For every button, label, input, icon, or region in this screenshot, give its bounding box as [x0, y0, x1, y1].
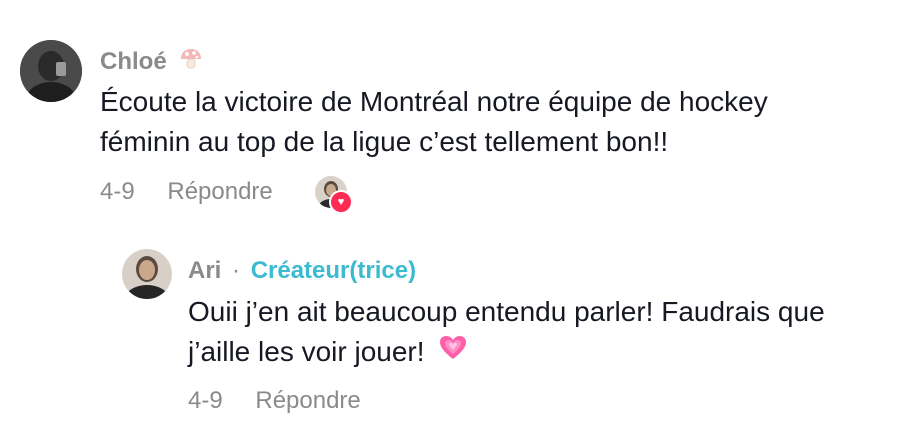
avatar-photo: [122, 249, 172, 299]
separator: ·: [232, 257, 241, 284]
avatar[interactable]: [122, 249, 172, 299]
comment-text-line: féminin au top de la ligue c’est telleme…: [100, 126, 669, 157]
comment-username-row: Chloé: [100, 47, 203, 78]
reply-meta: 4-9 Répondre: [188, 387, 361, 415]
heart-icon: ♥: [329, 190, 353, 214]
creator-liked-indicator: ♥: [315, 176, 353, 214]
comment-text-line: Écoute la victoire de Montréal notre équ…: [100, 86, 768, 117]
reply-username[interactable]: Ari: [188, 257, 221, 284]
avatar-photo: [20, 40, 82, 102]
comment-date: 4-9: [100, 178, 135, 205]
comment-thread: Chloé Écoute la victoire de Montréal not…: [0, 0, 922, 446]
reply-text-line: Ouii j’en ait beaucoup entendu parler! F…: [188, 296, 825, 327]
growing-heart-icon: [438, 333, 468, 374]
reply-button[interactable]: Répondre: [255, 387, 360, 414]
comment-text: Écoute la victoire de Montréal notre équ…: [100, 82, 900, 162]
avatar[interactable]: [20, 40, 82, 102]
comment-username[interactable]: Chloé: [100, 48, 167, 75]
reply-text-line-2: j’aille les voir jouer!: [188, 332, 908, 374]
reply-username-row: Ari · Créateur(trice): [188, 257, 416, 285]
mushroom-icon: [179, 47, 203, 78]
reply-date: 4-9: [188, 387, 223, 414]
reply-text-line: j’aille les voir jouer!: [188, 336, 425, 367]
reply-button[interactable]: Répondre: [167, 178, 272, 205]
creator-badge: Créateur(trice): [250, 257, 417, 284]
reply-text: Ouii j’en ait beaucoup entendu parler! F…: [188, 292, 908, 374]
comment-meta: 4-9 Répondre: [100, 178, 273, 206]
